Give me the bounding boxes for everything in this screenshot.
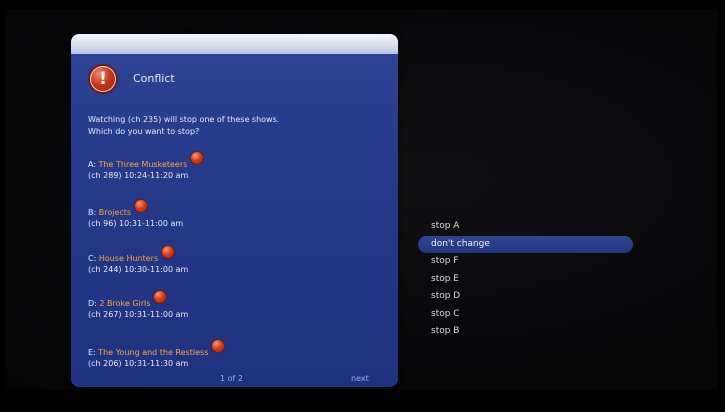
- menu-item-stop-d[interactable]: stop D: [418, 288, 633, 306]
- screen: ! Conflict Watching (ch 235) will stop o…: [0, 0, 725, 412]
- show-name: Brojects: [98, 208, 132, 217]
- record-dot-icon: [191, 152, 204, 164]
- show-item-b[interactable]: B: Brojects (ch 96) 10:31-11:00 am: [88, 200, 388, 229]
- show-details: (ch 206) 10:31-11:30 am: [88, 359, 189, 368]
- show-details: (ch 267) 10:31-11:00 am: [88, 310, 189, 319]
- record-dot-icon: [135, 200, 148, 212]
- show-item-a[interactable]: A: The Three Musketeers (ch 289) 10:24-1…: [88, 152, 388, 181]
- show-details: (ch 289) 10:24-11:20 am: [88, 171, 189, 180]
- show-letter: E:: [88, 348, 96, 357]
- message-line-1: Watching (ch 235) will stop one of these…: [88, 115, 280, 124]
- show-letter: D:: [88, 299, 97, 308]
- menu-item-stop-f[interactable]: stop F: [418, 253, 633, 271]
- alert-icon: !: [90, 66, 116, 92]
- dialog-title: Conflict: [133, 72, 175, 85]
- menu-item-dont-change[interactable]: don't change: [418, 235, 633, 253]
- show-details: (ch 244) 10:30-11:00 am: [88, 265, 189, 274]
- show-name: 2 Broke Girls: [99, 299, 151, 308]
- show-item-d[interactable]: D: 2 Broke Girls (ch 267) 10:31-11:00 am: [88, 291, 388, 320]
- dialog-message: Watching (ch 235) will stop one of these…: [88, 114, 388, 138]
- menu-item-stop-a[interactable]: stop A: [418, 218, 633, 236]
- show-name: The Young and the Restless: [98, 348, 209, 357]
- show-item-e[interactable]: E: The Young and the Restless (ch 206) 1…: [88, 340, 388, 369]
- menu-item-stop-b[interactable]: stop B: [418, 323, 633, 341]
- show-letter: B:: [88, 208, 97, 217]
- show-details: (ch 96) 10:31-11:00 am: [88, 219, 184, 228]
- action-menu: stop A don't change stop F stop E stop D…: [418, 218, 633, 341]
- next-button[interactable]: next: [351, 374, 369, 383]
- record-dot-icon: [154, 291, 167, 303]
- show-item-c[interactable]: C: House Hunters (ch 244) 10:30-11:00 am: [88, 246, 388, 275]
- show-letter: A:: [88, 160, 97, 169]
- dialog-top-bar: [71, 34, 398, 54]
- menu-item-stop-e[interactable]: stop E: [418, 271, 633, 289]
- menu-item-stop-c[interactable]: stop C: [418, 306, 633, 324]
- show-name: House Hunters: [98, 254, 159, 263]
- show-name: The Three Musketeers: [98, 160, 188, 169]
- conflict-dialog: ! Conflict Watching (ch 235) will stop o…: [71, 34, 398, 387]
- record-dot-icon: [162, 246, 175, 258]
- message-line-2: Which do you want to stop?: [88, 127, 200, 136]
- show-letter: C:: [88, 254, 97, 263]
- record-dot-icon: [212, 340, 225, 352]
- page-indicator: 1 of 2: [220, 374, 243, 383]
